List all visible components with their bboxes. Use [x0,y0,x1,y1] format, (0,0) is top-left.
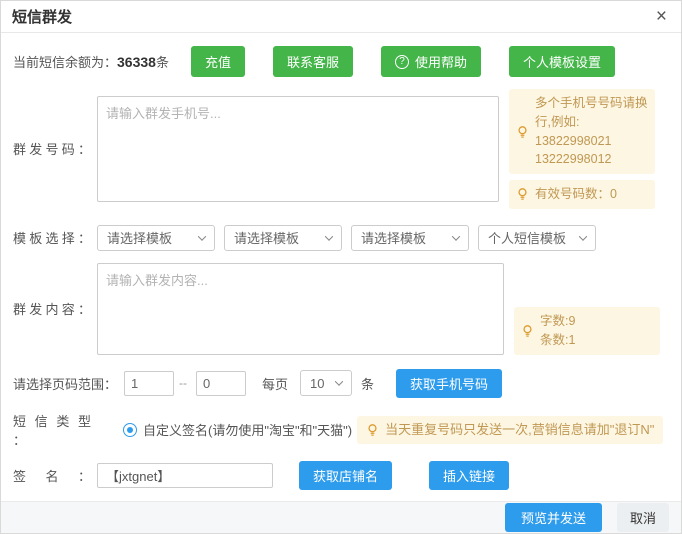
duplicate-number-hint: 当天重复号码只发送一次,营销信息请加"退订N" [357,416,663,444]
content-hint-column: 字数:9 条数:1 [514,307,660,355]
signature-row: 签 名 ： 获取店铺名 插入链接 [13,461,669,490]
page-to-input[interactable] [196,371,246,396]
get-shop-name-button[interactable]: 获取店铺名 [299,461,392,490]
recharge-button[interactable]: 充值 [191,46,245,77]
recipients-hint-column: 多个手机号号码请换行,例如: 13822998021 13222998012 有… [509,89,655,209]
char-count: 字数:9 [540,312,575,331]
template-label: 模板选择： [13,228,91,247]
cancel-button[interactable]: 取消 [617,503,669,532]
hint-line: 多个手机号号码请换行,例如: [535,94,648,132]
dialog-body: 当前短信余额为：36338条 充值 联系客服 ?使用帮助 个人模板设置 群发号码… [1,33,681,534]
usage-help-label: 使用帮助 [415,52,467,71]
valid-count-hint: 有效号码数：0 [509,180,655,209]
dialog-header: 短信群发 × [1,1,681,33]
per-page-select[interactable]: 10 [300,370,352,396]
hint-example-number: 13822998021 [535,132,648,151]
content-textarea[interactable] [97,263,504,355]
contact-support-button[interactable]: 联系客服 [273,46,353,77]
lightbulb-icon [366,423,379,437]
per-page-value: 10 [310,376,324,391]
insert-link-button[interactable]: 插入链接 [429,461,509,490]
sms-type-row: 短 信 类 型 ： 自定义签名(请勿使用"淘宝"和"天猫") 当天重复号码只发送… [13,411,669,449]
sms-bulk-send-dialog: 短信群发 × 当前短信余额为：36338条 充值 联系客服 ?使用帮助 个人模板… [0,0,682,534]
signature-label: 签 名 ： [13,466,91,485]
signature-input[interactable] [97,463,273,488]
personal-template-select[interactable]: 个人短信模板 [478,225,596,251]
template-row: 模板选择： 请选择模板 请选择模板 请选择模板 个人短信模板 [13,225,669,251]
balance-unit: 条 [156,55,169,70]
hint-example-number: 13222998012 [535,150,648,169]
lightbulb-icon [516,187,529,201]
multi-number-hint-text: 多个手机号号码请换行,例如: 13822998021 13222998012 [535,94,648,169]
dialog-footer: 预览并发送 取消 [1,501,681,533]
close-icon[interactable]: × [656,7,667,26]
range-separator: -- [179,376,187,390]
template-select-1-value: 请选择模板 [107,228,172,247]
balance-text: 当前短信余额为：36338条 [13,52,169,71]
lightbulb-icon [521,324,534,338]
template-select-2[interactable]: 请选择模板 [224,225,342,251]
template-select-3-value: 请选择模板 [361,228,426,247]
usage-help-button[interactable]: ? 使用帮助 [381,46,481,77]
per-page-unit: 条 [361,374,374,393]
template-select-1[interactable]: 请选择模板 [97,225,215,251]
balance-amount: 36338 [117,54,156,70]
count-hint: 字数:9 条数:1 [514,307,660,355]
custom-signature-radio-label: 自定义签名(请勿使用"淘宝"和"天猫") [143,420,352,439]
content-row: 群发内容： 字数:9 条数:1 [13,263,669,355]
preview-and-send-button[interactable]: 预览并发送 [505,503,602,532]
chevron-down-icon [579,232,587,240]
page-from-input[interactable] [124,371,174,396]
balance-row: 当前短信余额为：36338条 充值 联系客服 ? 使用帮助 个人模板设置 [13,46,669,77]
recipients-textarea[interactable] [97,96,499,202]
template-select-2-value: 请选择模板 [234,228,299,247]
count-hint-text: 字数:9 条数:1 [540,312,575,350]
custom-signature-radio[interactable] [123,423,137,437]
recipients-label: 群发号码： [13,139,91,158]
per-page-label: 每页 [262,374,288,393]
chevron-down-icon [325,232,333,240]
lightbulb-icon [516,125,529,139]
recipients-row: 群发号码： 多个手机号号码请换行,例如: 13822998021 1322299… [13,89,669,209]
personal-template-settings-button[interactable]: 个人模板设置 [509,46,615,77]
multi-number-hint: 多个手机号号码请换行,例如: 13822998021 13222998012 [509,89,655,174]
dialog-title: 短信群发 [12,6,72,27]
template-select-3[interactable]: 请选择模板 [351,225,469,251]
duplicate-number-hint-text: 当天重复号码只发送一次,营销信息请加"退订N" [385,420,654,440]
template-selects: 请选择模板 请选择模板 请选择模板 个人短信模板 [97,225,596,251]
personal-template-select-value: 个人短信模板 [488,228,566,247]
sms-type-label: 短 信 类 型 ： [13,411,91,449]
valid-count-text: 有效号码数：0 [535,185,617,204]
chevron-down-icon [335,378,343,386]
content-label: 群发内容： [13,299,91,318]
message-count: 条数:1 [540,331,575,350]
chevron-down-icon [452,232,460,240]
page-range-label: 请选择页码范围： [13,374,117,393]
question-icon: ? [395,55,409,69]
balance-label: 当前短信余额为： [13,55,117,70]
fetch-phone-numbers-button[interactable]: 获取手机号码 [396,369,502,398]
page-range-row: 请选择页码范围： -- 每页 10 条 获取手机号码 [13,369,669,398]
chevron-down-icon [198,232,206,240]
